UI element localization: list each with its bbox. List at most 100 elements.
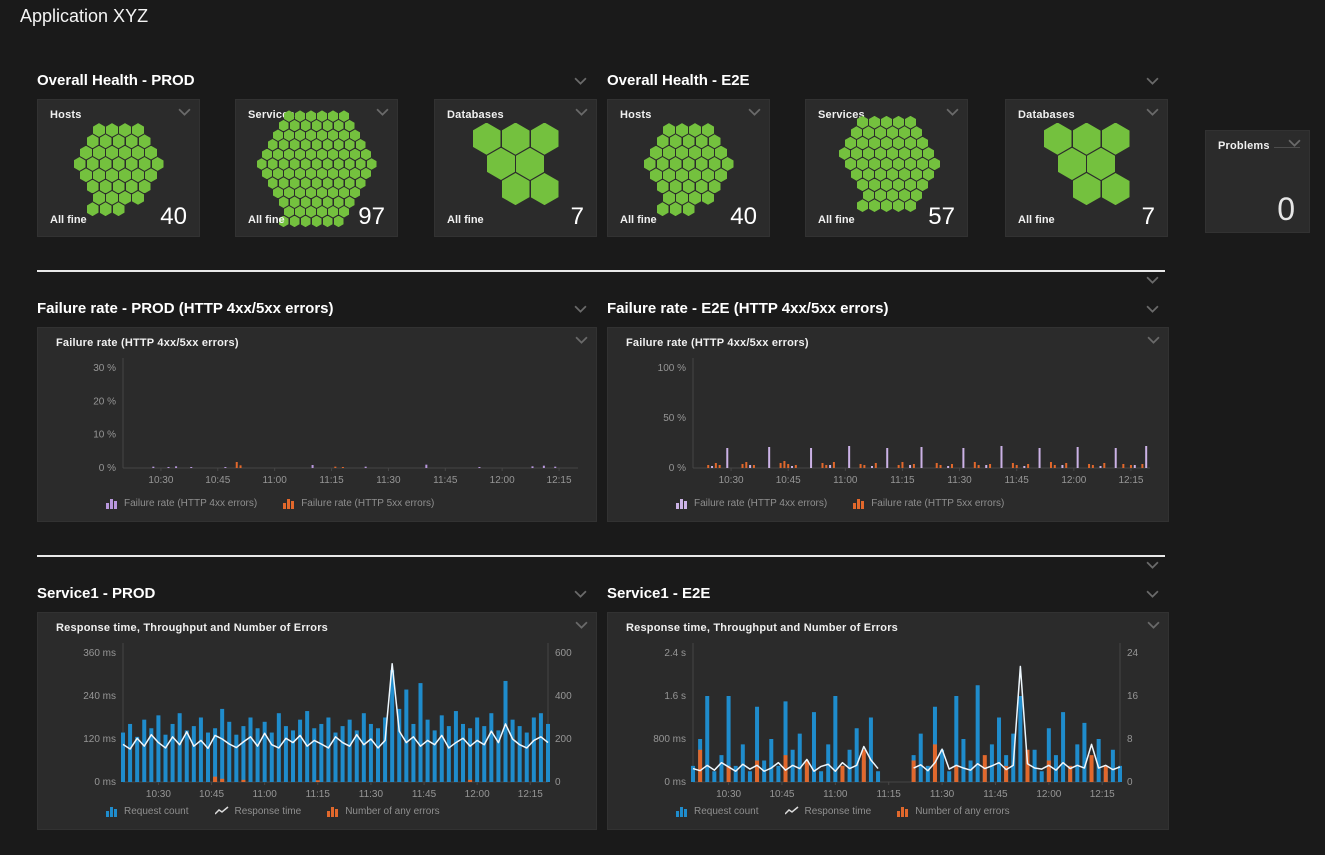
tile-databases-prod[interactable]: Databases All fine 7: [434, 99, 597, 237]
hexagon: [851, 168, 862, 181]
hexagon: [301, 216, 311, 228]
chevron-down-icon[interactable]: [1147, 621, 1160, 630]
legend-item[interactable]: Failure rate (HTTP 4xx errors): [106, 497, 257, 509]
legend-item[interactable]: Number of any errors: [327, 805, 439, 817]
hexagon: [100, 134, 112, 148]
legend-item[interactable]: Response time: [215, 806, 302, 817]
hexagon: [1087, 148, 1115, 180]
hexagon: [863, 126, 874, 139]
hexagon: [334, 216, 344, 228]
hexagon: [119, 123, 131, 137]
svg-text:10:45: 10:45: [205, 475, 230, 486]
hexagon: [339, 129, 349, 141]
hexagon: [350, 187, 360, 199]
hexagon: [339, 168, 349, 180]
hexagon: [905, 158, 916, 171]
hexagon: [1073, 123, 1101, 155]
hexagon: [863, 168, 874, 181]
chevron-down-icon[interactable]: [1146, 276, 1162, 288]
hexagon: [361, 149, 371, 161]
chevron-down-icon[interactable]: [748, 108, 761, 117]
hexagon: [290, 120, 300, 132]
chevron-down-icon[interactable]: [574, 305, 590, 317]
svg-text:11:00: 11:00: [263, 475, 288, 486]
hexagon: [709, 157, 721, 171]
legend-item[interactable]: Request count: [106, 805, 189, 817]
svg-text:11:15: 11:15: [306, 789, 331, 800]
hexagon: [262, 168, 272, 180]
tile-databases-e2e[interactable]: Databases All fine 7: [1005, 99, 1168, 237]
hexagon: [1044, 123, 1072, 155]
svg-text:240 ms: 240 ms: [83, 691, 116, 702]
hexagon: [689, 123, 701, 137]
line-series-icon: [215, 806, 229, 816]
svg-text:11:30: 11:30: [930, 789, 955, 800]
hexagon: [905, 137, 916, 150]
chevron-down-icon[interactable]: [1288, 139, 1301, 148]
hexagon: [301, 196, 311, 208]
chevron-down-icon[interactable]: [575, 621, 588, 630]
hexagon: [689, 168, 701, 182]
hexagon: [863, 189, 874, 202]
hexagon: [676, 168, 688, 182]
legend-item[interactable]: Number of any errors: [897, 805, 1009, 817]
tile-services-prod[interactable]: Services All fine 97: [235, 99, 398, 237]
hexagon: [689, 191, 701, 205]
hexagon: [361, 168, 371, 180]
chevron-down-icon[interactable]: [574, 590, 590, 602]
failure-rate-chart-prod[interactable]: 30 %20 %10 %0 %10:3010:4511:0011:1511:30…: [38, 328, 596, 521]
hexagon: [905, 179, 916, 192]
bars-request-count: [121, 670, 550, 782]
chevron-down-icon[interactable]: [575, 336, 588, 345]
hexagon: [106, 191, 118, 205]
status-text: All fine: [447, 214, 484, 226]
service-chart-prod[interactable]: 360 ms240 ms120 ms0 ms600400200010:3010:…: [38, 613, 596, 829]
chevron-down-icon[interactable]: [1146, 77, 1162, 89]
chevron-down-icon[interactable]: [946, 108, 959, 117]
tile-hosts-e2e[interactable]: Hosts All fine 40: [607, 99, 770, 237]
hexagon: [132, 123, 144, 137]
failure-rate-chart-e2e[interactable]: 100 %50 %0 %10:3010:4511:0011:1511:3011:…: [608, 328, 1168, 521]
hexagon: [328, 206, 338, 218]
legend-item[interactable]: Failure rate (HTTP 4xx errors): [676, 497, 827, 509]
hexagon: [670, 157, 682, 171]
legend-item[interactable]: Failure rate (HTTP 5xx errors): [283, 497, 434, 509]
chevron-down-icon[interactable]: [1147, 336, 1160, 345]
svg-text:11:15: 11:15: [890, 475, 915, 486]
chevron-down-icon[interactable]: [575, 108, 588, 117]
legend-item[interactable]: Failure rate (HTTP 5xx errors): [853, 497, 1004, 509]
hexagon: [317, 129, 327, 141]
legend-label: Failure rate (HTTP 5xx errors): [301, 498, 434, 509]
tile-problems[interactable]: Problems 0: [1205, 130, 1310, 233]
chevron-down-icon[interactable]: [376, 108, 389, 117]
legend-item[interactable]: Request count: [676, 805, 759, 817]
hexagon: [350, 129, 360, 141]
chevron-down-icon[interactable]: [1146, 590, 1162, 602]
hexagon: [356, 139, 366, 151]
svg-text:1.6 s: 1.6 s: [664, 691, 686, 702]
chevron-down-icon[interactable]: [1146, 305, 1162, 317]
hexagon: [869, 179, 880, 192]
chevron-down-icon[interactable]: [1146, 561, 1162, 573]
hexagon: [683, 134, 695, 148]
tile-hosts-prod[interactable]: Hosts All fine 40: [37, 99, 200, 237]
status-text: All fine: [818, 214, 855, 226]
hexagon: [328, 110, 338, 122]
legend-label: Response time: [805, 806, 872, 817]
chevron-down-icon[interactable]: [178, 108, 191, 117]
chevron-down-icon[interactable]: [574, 77, 590, 89]
chart-tile-failure-e2e: 100 %50 %0 %10:3010:4511:0011:1511:3011:…: [607, 327, 1169, 522]
hexagon: [301, 139, 311, 151]
tile-services-e2e[interactable]: Services All fine 57: [805, 99, 968, 237]
hexagon: [328, 187, 338, 199]
service-chart-e2e[interactable]: 2.4 s1.6 s800 ms0 ms24168010:3010:4511:0…: [608, 613, 1168, 829]
hexagon: [334, 158, 344, 170]
hexagon: [257, 158, 267, 170]
hexagon: [312, 158, 322, 170]
hexagon: [887, 168, 898, 181]
hexagon: [911, 189, 922, 202]
chevron-down-icon[interactable]: [1146, 108, 1159, 117]
hexagon: [345, 177, 355, 189]
svg-text:0 ms: 0 ms: [94, 777, 116, 788]
legend-item[interactable]: Response time: [785, 806, 872, 817]
